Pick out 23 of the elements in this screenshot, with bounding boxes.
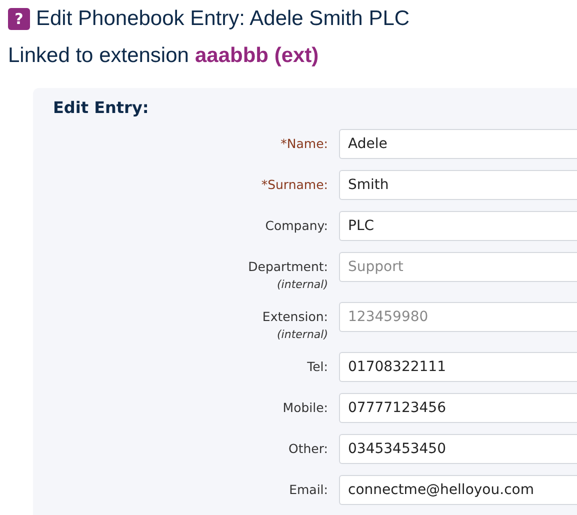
field-label: Company: [265,218,328,233]
field-note: (internal) [277,278,328,291]
field-label: Tel: [307,359,328,374]
subtitle: Linked to extension [8,44,189,67]
help-icon[interactable]: ? [8,8,30,30]
input-field[interactable]: Smith [339,170,577,200]
field-label: *Name: [280,136,328,151]
field-note: (internal) [277,328,328,341]
field-label: *Surname: [261,177,328,192]
input-field[interactable]: PLC [339,211,577,241]
field-label: Department: [248,259,328,274]
page-title: Edit Phonebook Entry: Adele Smith PLC [36,7,410,31]
field-label: Mobile: [282,400,328,415]
input-field[interactable]: 03453453450 [339,434,577,464]
form-heading: Edit Entry: [53,98,150,117]
extension-link[interactable]: aaabbb (ext) [194,44,319,67]
input-field[interactable]: Adele [339,129,577,159]
field-label: Email: [289,482,328,497]
input-field[interactable]: connectme@helloyou.com [339,475,577,505]
input-field[interactable]: 07777123456 [339,393,577,423]
field-label: Other: [288,441,328,456]
field-label: Extension: [262,309,328,324]
input-field[interactable]: 01708322111 [339,352,577,382]
